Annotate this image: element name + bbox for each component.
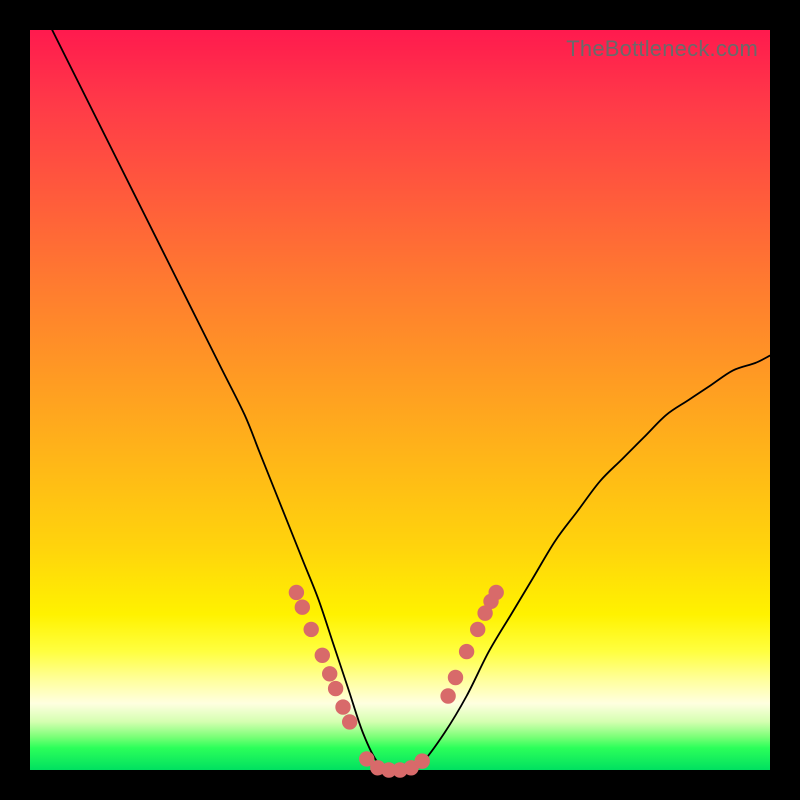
marker-dot: [342, 715, 356, 729]
marker-dot: [328, 681, 342, 695]
marker-dot: [489, 585, 503, 599]
plot-area: TheBottleneck.com: [30, 30, 770, 770]
marker-dots: [289, 585, 503, 777]
marker-dot: [289, 585, 303, 599]
marker-dot: [471, 622, 485, 636]
chart-svg: [30, 30, 770, 770]
marker-dot: [336, 700, 350, 714]
marker-dot: [323, 667, 337, 681]
marker-dot: [315, 648, 329, 662]
marker-dot: [304, 622, 318, 636]
marker-dot: [415, 754, 429, 768]
marker-dot: [459, 644, 473, 658]
marker-dot: [295, 600, 309, 614]
marker-dot: [448, 670, 462, 684]
marker-dot: [441, 689, 455, 703]
bottleneck-curve: [52, 30, 770, 771]
chart-frame: TheBottleneck.com: [0, 0, 800, 800]
